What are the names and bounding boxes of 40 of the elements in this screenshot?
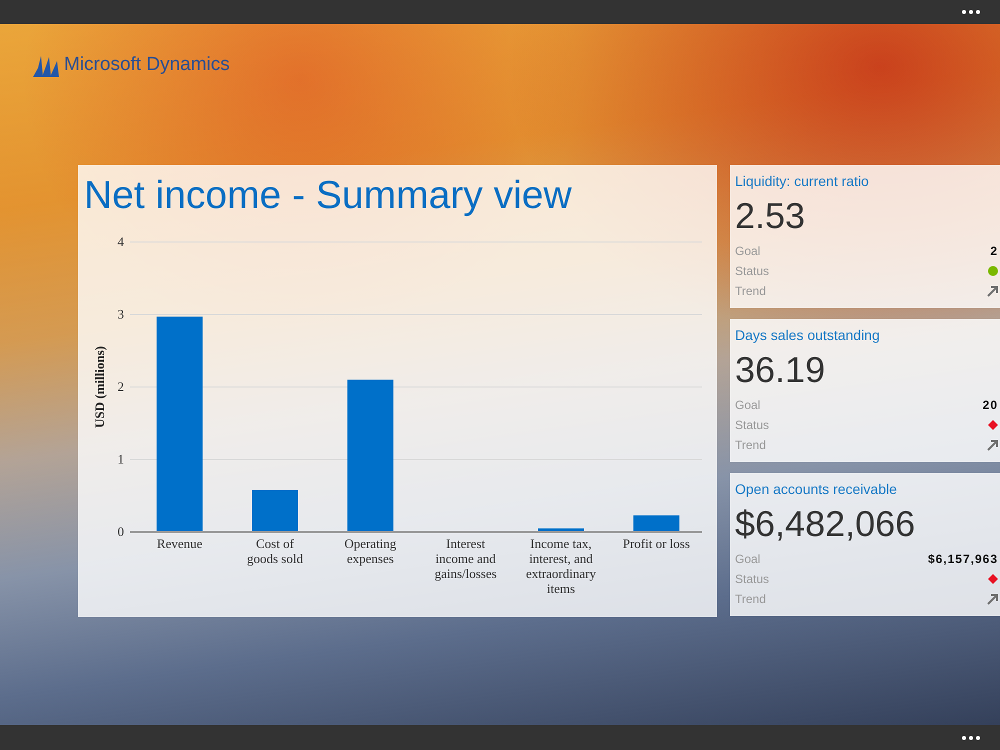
goal-value: $6,157,963 bbox=[928, 551, 998, 567]
bar bbox=[252, 490, 298, 532]
goal-label: Goal bbox=[735, 551, 760, 567]
status-label: Status bbox=[735, 263, 770, 279]
axis-title: USD (millions) bbox=[92, 346, 107, 428]
more-icon[interactable] bbox=[962, 736, 980, 740]
status-label: Status bbox=[735, 571, 770, 587]
category-label: Income tax, interest, and extraordinary items bbox=[525, 536, 596, 596]
kpi-title: Liquidity: current ratio bbox=[735, 172, 869, 191]
logo-text: Microsoft Dynamics bbox=[64, 53, 230, 77]
chart-title: Net income - Summary view bbox=[84, 173, 572, 219]
tick-label: 2 bbox=[118, 379, 124, 394]
status-label: Status bbox=[735, 417, 770, 433]
category-label: Profit or loss bbox=[622, 536, 690, 553]
trend-label: Trend bbox=[735, 437, 766, 453]
category-label: Revenue bbox=[156, 536, 202, 553]
tick-label: 1 bbox=[118, 452, 124, 466]
more-icon[interactable] bbox=[962, 10, 980, 14]
tick-label: 3 bbox=[118, 306, 124, 322]
kpi-value: $6,482,066 bbox=[735, 503, 916, 545]
trend-label: Trend bbox=[735, 591, 766, 607]
bar bbox=[538, 528, 584, 532]
arrow-icon bbox=[987, 285, 998, 297]
goal-label: Goal bbox=[735, 397, 760, 413]
kpi-title: Open accounts receivable bbox=[735, 480, 897, 499]
arrow-icon bbox=[987, 439, 998, 451]
tick-label: 4 bbox=[118, 234, 124, 249]
tick-label: 0 bbox=[118, 524, 124, 539]
goal-value: 20 bbox=[982, 397, 998, 413]
goal-label: Goal bbox=[735, 243, 760, 259]
kpi-title: Days sales outstanding bbox=[735, 326, 880, 345]
goal-value: 2 bbox=[990, 243, 998, 259]
bar bbox=[633, 515, 680, 532]
trend-label: Trend bbox=[735, 283, 766, 299]
kpi-value: 2.53 bbox=[735, 195, 806, 237]
category-label: Interest income and gains/losses bbox=[434, 536, 498, 583]
kpi-value: 36.19 bbox=[735, 349, 826, 391]
arrow-icon bbox=[987, 593, 998, 605]
category-label: Operating expenses bbox=[343, 536, 398, 568]
category-label: Cost of goods sold bbox=[246, 536, 304, 568]
